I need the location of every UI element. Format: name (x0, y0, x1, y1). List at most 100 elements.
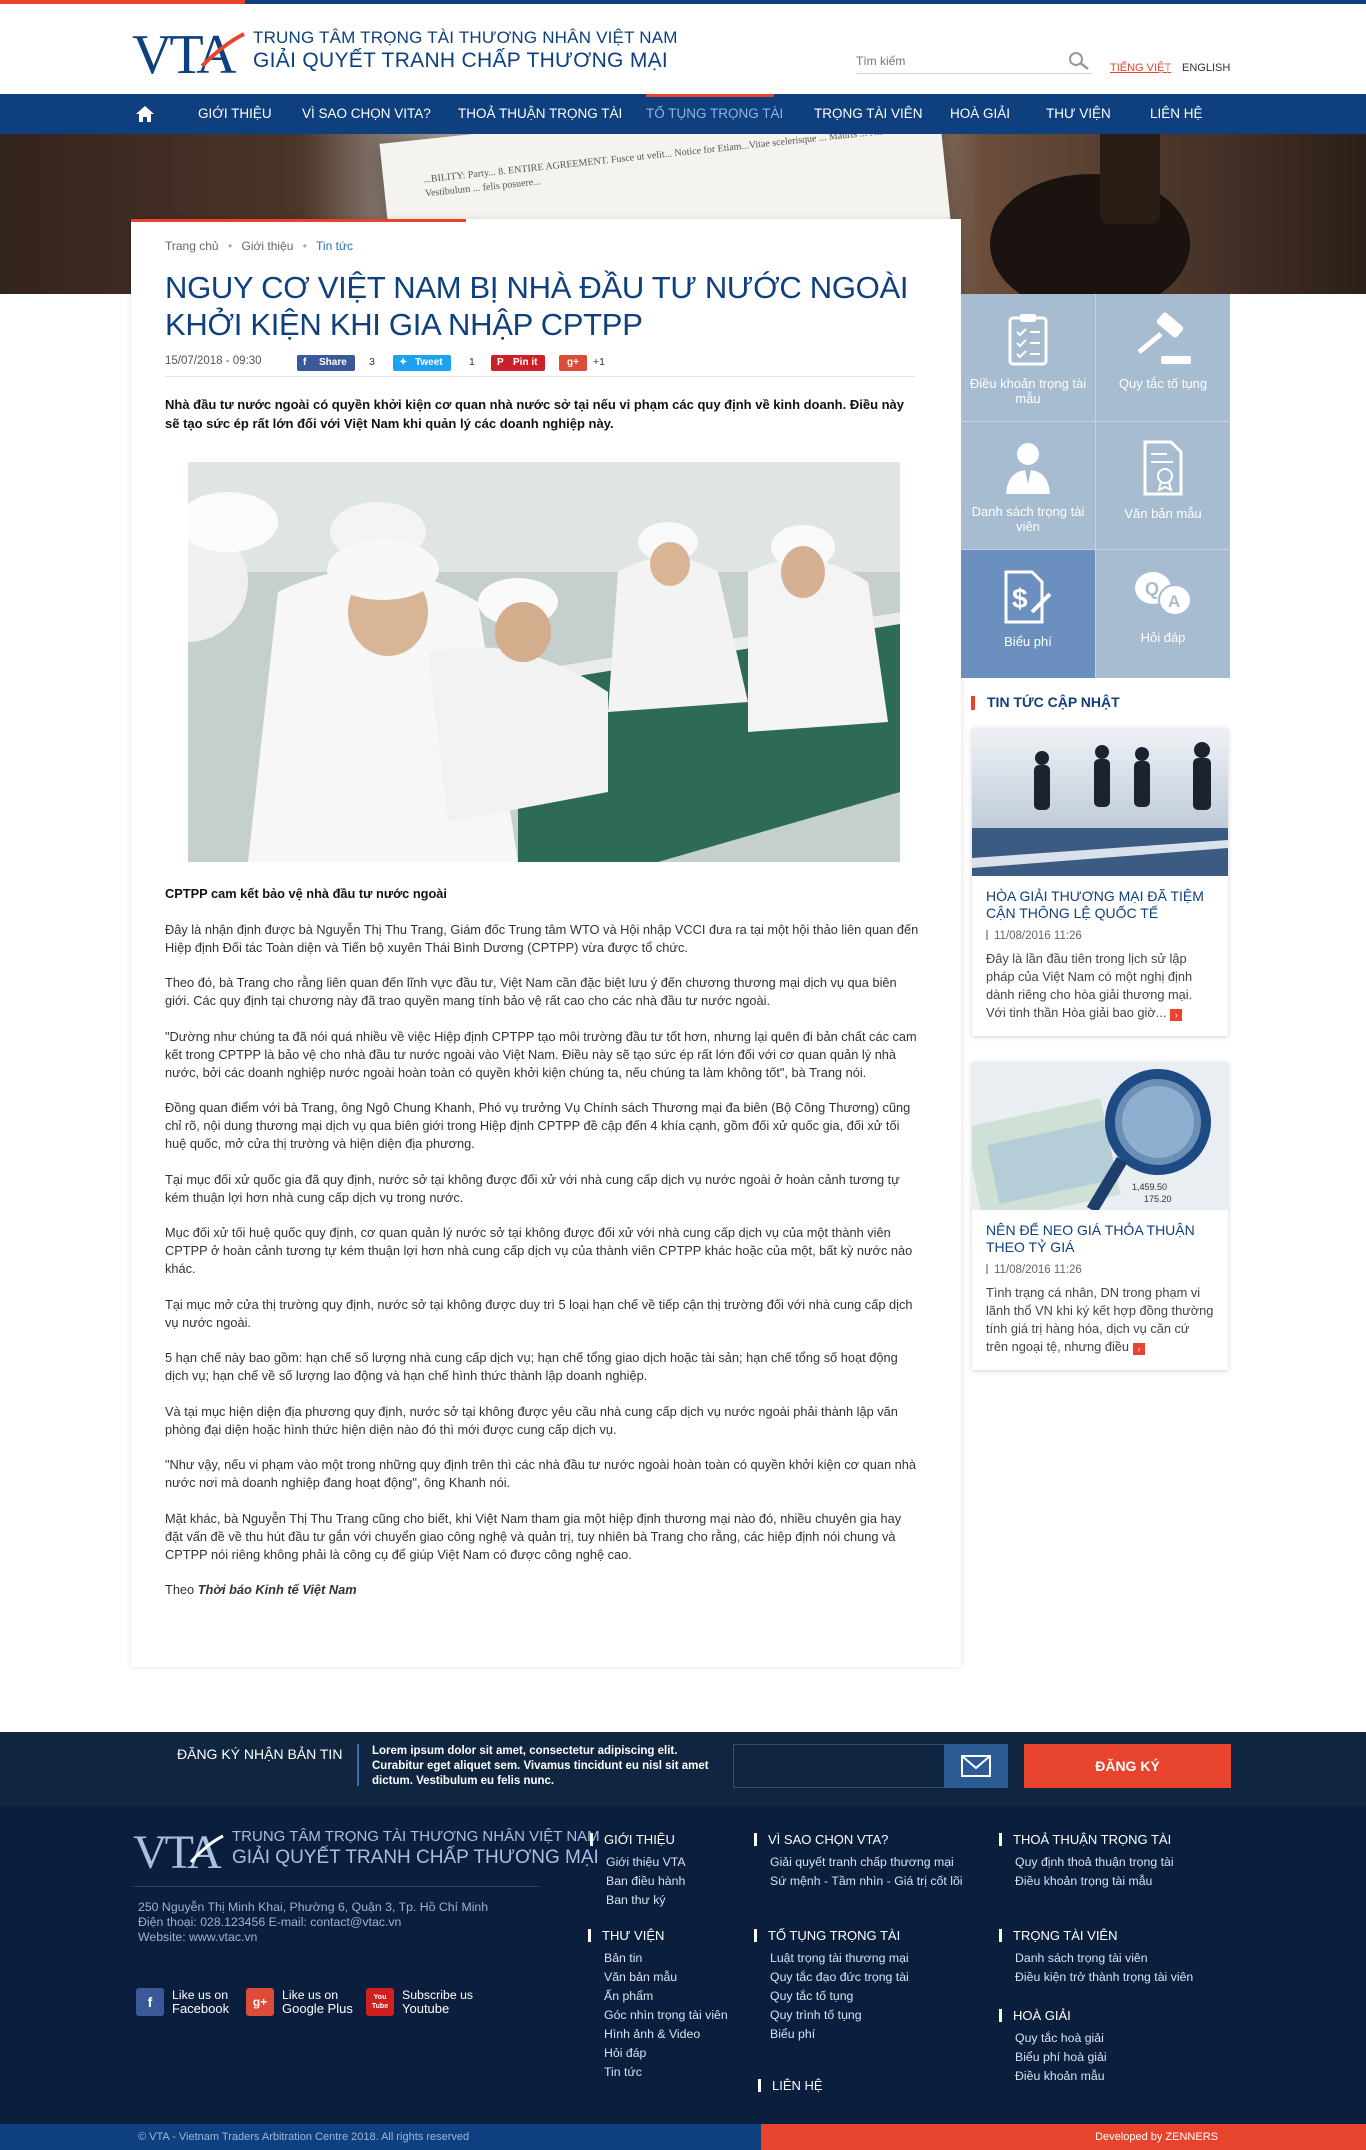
footer-link[interactable]: Giới thiệu VTA (590, 1853, 686, 1872)
nav-vi-sao-chon[interactable]: VÌ SAO CHỌN VITA? (302, 94, 431, 134)
news-card-title[interactable]: HÒA GIẢI THƯƠNG MẠI ĐÃ TIỆM CẬN THÔNG LỆ… (972, 876, 1228, 922)
news-card-excerpt: Đây là lần đầu tiên trong lịch sử lập ph… (972, 942, 1228, 1036)
footer-col-heading[interactable]: GIỚI THIỆU (590, 1830, 686, 1849)
footer-link[interactable]: Biểu phí hoà giải (999, 2048, 1107, 2067)
lang-vietnamese[interactable]: TIẾNG VIỆT (1110, 62, 1171, 74)
social-label: Subscribe us Youtube (402, 1988, 473, 2016)
article-paragraph: Mặt khác, bà Nguyễn Thị Thu Trang cũng c… (165, 1510, 902, 1562)
footer-col-heading[interactable]: THOẢ THUẬN TRỌNG TÀI (999, 1830, 1174, 1849)
breadcrumb-gioi-thieu[interactable]: Giới thiệu (241, 239, 293, 253)
footer-link[interactable]: Quy trình tố tụng (754, 2006, 909, 2025)
home-icon[interactable] (134, 94, 156, 134)
footer-col-heading[interactable]: TỐ TỤNG TRỌNG TÀI (754, 1926, 909, 1945)
footer-link[interactable]: Điều khoản trọng tài mẫu (999, 1872, 1174, 1891)
tile-bieu-phi[interactable]: $ Biểu phí (961, 550, 1095, 678)
svg-text:175.20: 175.20 (1144, 1194, 1172, 1204)
svg-text:$: $ (1012, 583, 1028, 614)
news-card[interactable]: 1,459.50 175.20 NÊN ĐỂ NEO GIÁ THỎA THUẬ… (972, 1062, 1228, 1370)
nav-to-tung-trong-tai[interactable]: TỐ TỤNG TRỌNG TÀI (646, 94, 783, 134)
footer-link[interactable]: Góc nhìn trọng tài viên (588, 2006, 728, 2025)
latest-news-heading: TIN TỨC CẬP NHẬT (971, 694, 1120, 712)
article-paragraph: "Dường như chúng ta đã nói quá nhiều về … (165, 1028, 917, 1080)
breadcrumb-current[interactable]: Tin tức (316, 239, 353, 253)
footer-link[interactable]: Văn bản mẫu (588, 1968, 728, 1987)
facebook-share-button[interactable]: f Share (297, 355, 355, 371)
arrow-right-icon[interactable]: › (1170, 1009, 1183, 1021)
nav-trong-tai-vien[interactable]: TRỌNG TÀI VIÊN (814, 94, 923, 134)
footer-link[interactable]: Quy tắc đạo đức trọng tài (754, 1968, 909, 1987)
tile-divider (961, 549, 1230, 550)
breadcrumb-home[interactable]: Trang chủ (165, 239, 219, 253)
tile-dieu-khoan-mau[interactable]: Điều khoản trọng tài mẫu (961, 294, 1095, 422)
arrow-right-icon[interactable]: › (1133, 1343, 1146, 1355)
tile-van-ban-mau[interactable]: Văn bản mẫu (1096, 422, 1230, 550)
footer-link[interactable]: Quy tắc hoà giải (999, 2029, 1107, 2048)
footer-link[interactable]: Danh sách trọng tài viên (999, 1949, 1193, 1968)
nav-gioi-thieu[interactable]: GIỚI THIỆU (198, 94, 272, 134)
newsletter-email-input[interactable] (734, 1745, 944, 1787)
pinterest-pin-button[interactable]: P Pin it (491, 355, 546, 371)
footer-link[interactable]: Ban điều hành (590, 1872, 686, 1891)
footer-link[interactable]: Điều khoản mẫu (999, 2067, 1107, 2086)
quick-links-grid: Điều khoản trọng tài mẫu Quy tắc tố tụng… (961, 294, 1230, 678)
lang-english[interactable]: ENGLISH (1182, 62, 1230, 74)
google-plus-button[interactable]: g+ (559, 355, 587, 371)
footer-link[interactable]: Hình ảnh & Video (588, 2025, 728, 2044)
footer-link[interactable]: Biểu phí (754, 2025, 909, 2044)
nav-thoa-thuan-trong-tai[interactable]: THOẢ THUẬN TRỌNG TÀI (458, 94, 622, 134)
footer-col-heading[interactable]: HOÀ GIẢI (999, 2006, 1107, 2025)
tile-divider (961, 421, 1230, 422)
news-card-title[interactable]: NÊN ĐỂ NEO GIÁ THỎA THUẬN THEO TỶ GIÁ (972, 1210, 1228, 1256)
footer-vta-logo[interactable]: VTA (133, 1826, 225, 1879)
news-card[interactable]: HÒA GIẢI THƯƠNG MẠI ĐÃ TIỆM CẬN THÔNG LỆ… (972, 728, 1228, 1036)
article-paragraph: Đồng quan điểm với bà Trang, ông Ngô Chu… (165, 1100, 911, 1151)
footer-link[interactable]: Bản tin (588, 1949, 728, 1968)
gavel-image (990, 174, 1190, 294)
tile-quy-tac-to-tung[interactable]: Quy tắc tố tụng (1096, 294, 1230, 422)
search-icon[interactable] (1068, 51, 1090, 71)
footer-link[interactable]: Điều kiện trở thành trọng tài viên (999, 1968, 1193, 1987)
footer-link[interactable]: Quy tắc tố tụng (754, 1987, 909, 2006)
developer-credit[interactable]: Developed by ZENNERS (1095, 2131, 1218, 2143)
footer-link[interactable]: Ban thư ký (590, 1891, 686, 1910)
footer-link[interactable]: Luật trọng tài thương mại (754, 1949, 909, 1968)
vta-logo[interactable]: VTA (132, 24, 246, 86)
newsletter-subscribe-button[interactable]: ĐĂNG KÝ (1024, 1744, 1231, 1788)
breadcrumb: Trang chủ • Giới thiệu • Tin tức (165, 239, 353, 253)
svg-text:VTA: VTA (133, 1826, 222, 1874)
twitter-tweet-button[interactable]: ✦ Tweet (393, 355, 451, 371)
tile-hoi-dap[interactable]: QA Hỏi đáp (1096, 550, 1230, 678)
footer-link[interactable]: Giải quyết tranh chấp thương mại (754, 1853, 963, 1872)
newsletter-label: ĐĂNG KÝ NHẬN BẢN TIN (177, 1746, 343, 1762)
article-date: 15/07/2018 - 09:30 (165, 355, 262, 367)
tile-label: Biểu phí (1004, 634, 1052, 649)
footer-col-hoa-giai: HOÀ GIẢI Quy tắc hoà giải Biểu phí hoà g… (999, 2006, 1107, 2086)
footer-website[interactable]: Website: www.vtac.vn (138, 1930, 488, 1945)
article-paragraph: Và tại mục hiện diện địa phương quy định… (165, 1403, 898, 1437)
footer-col-vi-sao-chon: VÌ SAO CHỌN VTA? Giải quyết tranh chấp t… (754, 1830, 963, 1891)
news-card-image: 1,459.50 175.20 (972, 1062, 1228, 1210)
footer-link[interactable]: Quy định thoả thuận trọng tài (999, 1853, 1174, 1872)
footer-brand-line-1: TRUNG TÂM TRỌNG TÀI THƯƠNG NHÂN VIỆT NAM (232, 1828, 600, 1845)
footer-link[interactable]: Hỏi đáp (588, 2044, 728, 2063)
nav-thu-vien[interactable]: THƯ VIỆN (1046, 94, 1111, 134)
footer-col-gioi-thieu: GIỚI THIỆU Giới thiệu VTA Ban điều hành … (590, 1830, 686, 1910)
footer-link[interactable]: Ấn phẩm (588, 1987, 728, 2006)
brand-name: TRUNG TÂM TRỌNG TÀI THƯƠNG NHÂN VIỆT NAM… (253, 28, 678, 74)
breadcrumb-sep: • (302, 239, 307, 253)
paper-text: ...BILITY: Party... 8. ENTIRE AGREEMENT.… (422, 134, 897, 200)
nav-hoa-giai[interactable]: HOÀ GIẢI (950, 94, 1010, 134)
footer-brand-line-2: GIẢI QUYẾT TRANH CHẤP THƯƠNG MẠI (232, 1847, 599, 1868)
pinterest-pin-label: Pin it (513, 357, 538, 368)
footer-link[interactable]: Sứ mệnh - Tầm nhìn - Giá trị cốt lõi (754, 1872, 963, 1891)
search-input[interactable] (856, 50, 1056, 72)
tile-danh-sach-trong-tai-vien[interactable]: Danh sách trọng tài viên (961, 422, 1095, 550)
footer-link[interactable]: Tin tức (588, 2063, 728, 2082)
twitter-tweet-count: 1 (469, 356, 475, 368)
footer-col-heading[interactable]: THƯ VIỆN (588, 1926, 728, 1945)
nav-lien-he[interactable]: LIÊN HỆ (1150, 94, 1203, 134)
footer-col-heading[interactable]: VÌ SAO CHỌN VTA? (754, 1830, 963, 1849)
footer-col-heading[interactable]: LIÊN HỆ (758, 2076, 823, 2095)
footer-col-heading[interactable]: TRỌNG TÀI VIÊN (999, 1926, 1193, 1945)
article-subheading: CPTPP cam kết bảo vệ nhà đầu tư nước ngo… (165, 886, 447, 901)
